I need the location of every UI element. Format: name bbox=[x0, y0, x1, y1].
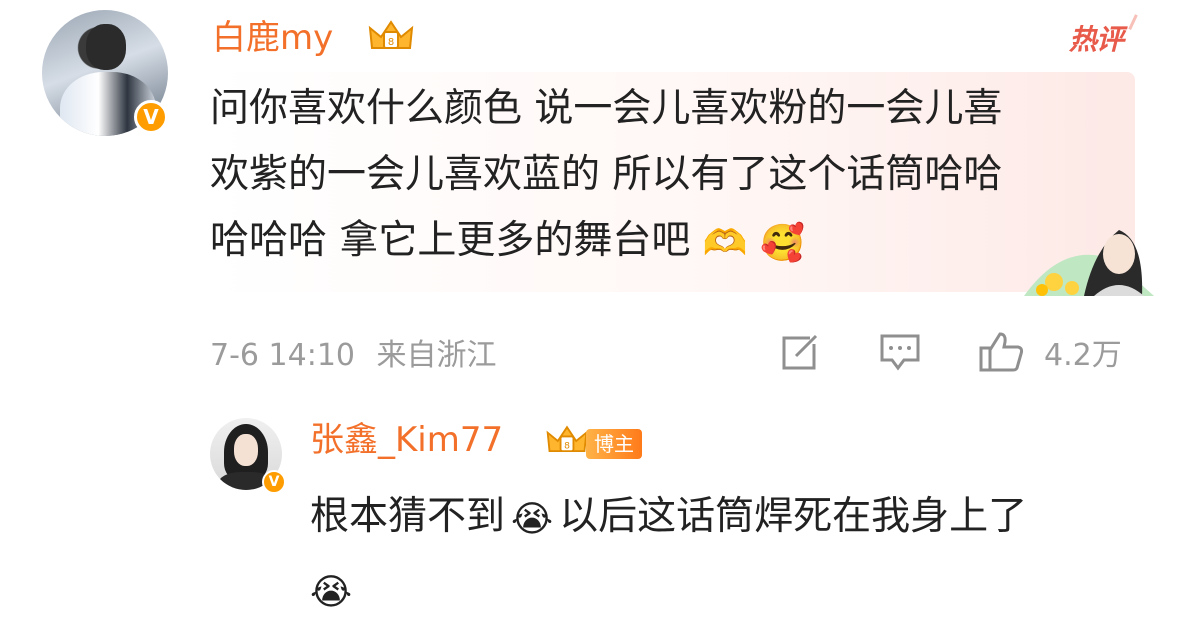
reply-line-1: 根本猜不到 😭 以后这话筒焊死在我身上了 bbox=[310, 482, 1150, 555]
comment-text: 问你喜欢什么颜色 说一会儿喜欢粉的一会儿喜 欢紫的一会儿喜欢蓝的 所以有了这个话… bbox=[210, 76, 1130, 277]
smiling-face-hearts-emoji-icon: 🥰 bbox=[760, 223, 805, 264]
reply-text-part-2: 以后这话筒焊死在我身上了 bbox=[559, 494, 1028, 539]
comment-meta: 7-6 14:10 来自浙江 bbox=[210, 330, 497, 374]
reply-line-2: 😭 bbox=[310, 555, 1150, 628]
svg-text:8: 8 bbox=[564, 440, 570, 451]
like-count: 4.2万 bbox=[1044, 338, 1122, 373]
comment-decoration-image bbox=[1024, 230, 1154, 296]
comment-line-3: 哈哈哈 拿它上更多的舞台吧 🫶 🥰 bbox=[210, 208, 1130, 277]
heart-hands-emoji-icon: 🫶 bbox=[702, 223, 748, 264]
blogger-badge: 博主 bbox=[586, 429, 642, 459]
crown-icon: 8 bbox=[368, 20, 414, 49]
hot-comment-tag: 热评 bbox=[1069, 18, 1124, 58]
like-icon[interactable] bbox=[978, 330, 1026, 374]
reply-verified-badge-icon: V bbox=[262, 470, 286, 494]
comment-timestamp: 7-6 14:10 bbox=[210, 338, 355, 373]
comment-location: 来自浙江 bbox=[376, 338, 497, 373]
comment-line-1: 问你喜欢什么颜色 说一会儿喜欢粉的一会儿喜 bbox=[210, 86, 1003, 131]
crying-face-emoji-icon-2: 😭 bbox=[310, 572, 353, 613]
verified-badge-icon: V bbox=[134, 100, 168, 134]
reply-text-part-1: 根本猜不到 bbox=[310, 494, 506, 539]
svg-text:8: 8 bbox=[388, 37, 394, 48]
comment-username[interactable]: 白鹿my bbox=[212, 18, 333, 58]
comment-icon[interactable] bbox=[878, 332, 922, 372]
comment-line-2: 欢紫的一会儿喜欢蓝的 所以有了这个话筒哈哈 bbox=[210, 152, 1003, 197]
comment-line-3-text: 哈哈哈 拿它上更多的舞台吧 bbox=[210, 218, 691, 263]
reply-text: 根本猜不到 😭 以后这话筒焊死在我身上了 😭 bbox=[310, 482, 1150, 628]
reply-crown-icon: 8 bbox=[546, 425, 588, 453]
reply-username[interactable]: 张鑫_Kim77 bbox=[310, 420, 503, 460]
share-icon[interactable] bbox=[778, 332, 820, 372]
crying-face-emoji-icon: 😭 bbox=[511, 499, 554, 540]
